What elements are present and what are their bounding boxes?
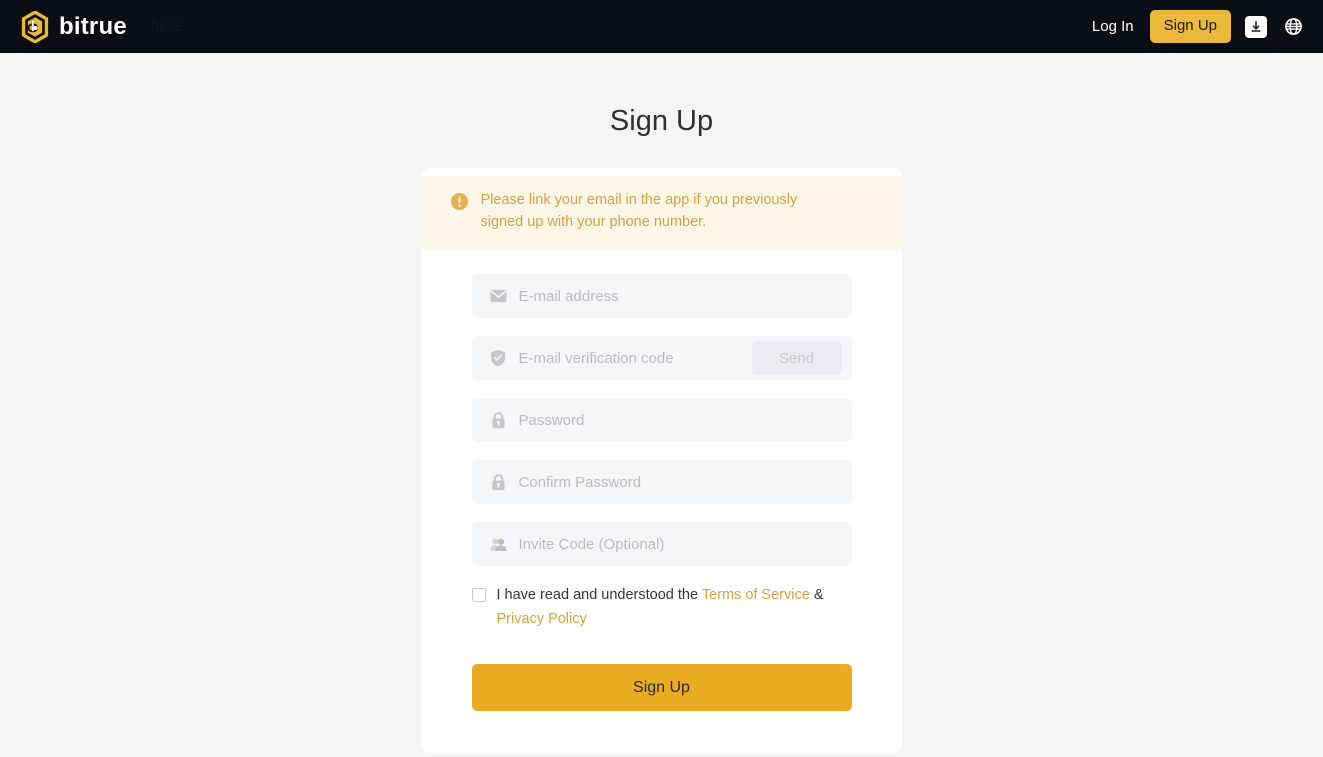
terms-text: I have read and understood the Terms of …: [497, 584, 827, 632]
bitrue-hexagon-logo-icon: [21, 10, 49, 43]
signup-form: Send: [422, 249, 902, 712]
brand-logo[interactable]: bitrue: [20, 10, 127, 43]
invite-code-field[interactable]: [471, 522, 852, 567]
exclamation-circle-icon: [450, 192, 468, 210]
terms-separator: &: [809, 587, 824, 604]
globe-icon[interactable]: [1281, 15, 1305, 39]
site-header: bitrue false Log In Sign Up: [0, 0, 1323, 53]
signup-submit-button[interactable]: Sign Up: [471, 664, 852, 712]
signup-card: Please link your email in the app if you…: [421, 167, 902, 754]
confirm-password-field[interactable]: [471, 460, 852, 505]
lock-glyph: [491, 412, 505, 429]
lock-glyph: [491, 474, 505, 491]
download-arrow-glyph: [1251, 20, 1261, 32]
password-field[interactable]: [471, 398, 852, 443]
card-top-spacer: [421, 167, 902, 176]
shield-check-icon: [490, 350, 507, 367]
lock-icon: [490, 474, 507, 491]
terms-checkbox[interactable]: [471, 588, 486, 603]
download-icon[interactable]: [1245, 15, 1267, 38]
lock-icon: [490, 412, 507, 429]
debug-false-text: false: [150, 18, 183, 35]
email-input[interactable]: [518, 274, 842, 319]
terms-prefix: I have read and understood the: [496, 587, 702, 604]
envelope-glyph: [489, 290, 507, 303]
shield-check-glyph: [491, 350, 505, 367]
email-link-alert: Please link your email in the app if you…: [421, 175, 902, 250]
alert-message: Please link your email in the app if you…: [480, 191, 798, 230]
password-input[interactable]: [518, 398, 842, 443]
page-body: Sign Up Please link your email in the ap…: [0, 53, 1323, 757]
confirm-password-input[interactable]: [518, 460, 842, 505]
envelope-icon: [489, 288, 507, 305]
header-signup-button[interactable]: Sign Up: [1149, 10, 1231, 43]
terms-of-service-link[interactable]: Terms of Service: [702, 587, 810, 603]
email-field[interactable]: [471, 274, 852, 319]
verification-code-field[interactable]: Send: [471, 336, 852, 381]
privacy-policy-link[interactable]: Privacy Policy: [497, 611, 587, 627]
globe-glyph: [1284, 18, 1302, 35]
terms-agreement: I have read and understood the Terms of …: [471, 584, 852, 632]
brand-name: bitrue: [59, 12, 127, 40]
verification-code-input[interactable]: [518, 336, 752, 381]
invite-code-input[interactable]: [518, 522, 842, 567]
header-actions: Log In Sign Up: [1090, 10, 1305, 43]
send-code-button[interactable]: Send: [751, 341, 842, 376]
users-icon: [489, 536, 507, 553]
users-glyph: [489, 538, 507, 551]
page-title: Sign Up: [609, 105, 714, 137]
login-link[interactable]: Log In: [1090, 14, 1136, 39]
